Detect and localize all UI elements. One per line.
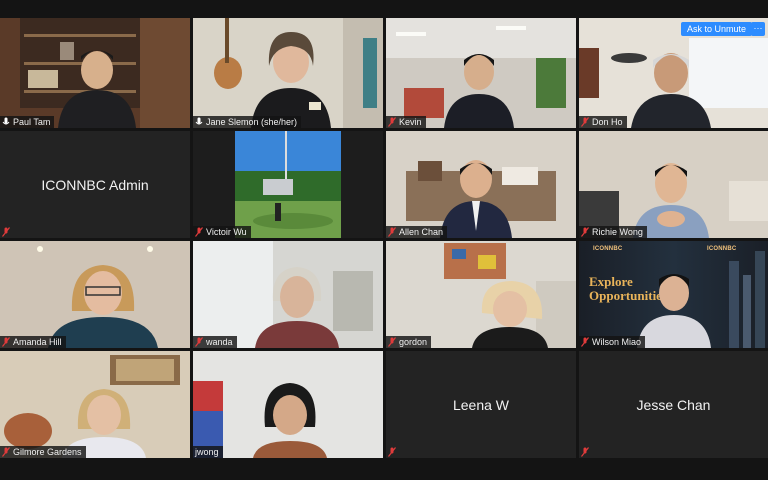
virtual-background-banner: ICONNBC ICONNBC Explore Opportunities <box>579 241 768 348</box>
participant-name: Victoir Wu <box>206 227 247 237</box>
amanda-hill-video <box>0 241 190 348</box>
microphone-icon <box>2 117 10 125</box>
video-tile-kevin[interactable]: Kevin <box>386 18 576 128</box>
participant-display-name: Leena W <box>452 396 510 413</box>
video-tile-amanda-hill[interactable]: Amanda Hill <box>0 241 190 348</box>
muted-microphone-icon <box>2 447 10 457</box>
participant-name: Jane Slemon (she/her) <box>206 117 298 127</box>
kevin-video <box>386 18 576 128</box>
video-tile-jane-slemon[interactable]: Jane Slemon (she/her) <box>193 18 383 128</box>
wanda-video <box>193 241 383 348</box>
participant-name: Amanda Hill <box>13 337 62 347</box>
name-tag: Don Ho <box>579 116 627 128</box>
video-tile-jwong[interactable]: jwong <box>193 351 383 458</box>
gilmore-gardens-video <box>0 351 190 458</box>
muted-microphone-icon <box>195 337 203 347</box>
video-tile-victoir-wu[interactable]: Victoir Wu <box>193 131 383 238</box>
video-tile-richie-wong[interactable]: Richie Wong <box>579 131 768 238</box>
muted-microphone-icon <box>195 227 203 237</box>
name-tag: Amanda Hill <box>0 336 66 348</box>
jwong-video <box>193 351 383 458</box>
muted-microphone-icon <box>388 117 396 127</box>
more-options-button[interactable]: ··· <box>751 22 765 36</box>
video-tile-jesse-chan[interactable]: Jesse Chan <box>579 351 768 458</box>
name-tag: Paul Tam <box>0 116 55 128</box>
name-tag: Victoir Wu <box>193 226 251 238</box>
gordon-video <box>386 241 576 348</box>
participant-name: Richie Wong <box>592 227 643 237</box>
victoir-wu-video <box>193 131 383 238</box>
participant-name: Gilmore Gardens <box>13 447 82 457</box>
participant-name: Don Ho <box>592 117 623 127</box>
name-tag: Richie Wong <box>579 226 647 238</box>
wilson-miao-video <box>637 251 765 348</box>
name-tag: jwong <box>193 446 223 458</box>
muted-microphone-icon <box>581 117 589 127</box>
participant-name: Wilson Miao <box>592 337 642 347</box>
participant-name: Allen Chan <box>399 227 444 237</box>
participant-name: wanda <box>206 337 233 347</box>
video-tile-gordon[interactable]: gordon <box>386 241 576 348</box>
muted-microphone-icon <box>2 227 10 237</box>
muted-microphone-icon <box>2 337 10 347</box>
muted-microphone-icon <box>581 227 589 237</box>
video-tile-iconnbc-admin[interactable]: ICONNBC Admin <box>0 131 190 238</box>
jane-slemon-video <box>193 18 383 128</box>
participant-display-name: Jesse Chan <box>636 396 711 413</box>
participant-display-name: ICONNBC Admin <box>41 176 149 193</box>
ask-to-unmute-button[interactable]: Ask to Unmute <box>681 22 753 36</box>
name-tag: Wilson Miao <box>579 336 646 348</box>
muted-microphone-icon <box>581 447 589 457</box>
name-tag: gordon <box>386 336 432 348</box>
name-tag: Jane Slemon (she/her) <box>193 116 302 128</box>
video-tile-gilmore-gardens[interactable]: Gilmore Gardens <box>0 351 190 458</box>
name-tag: Allen Chan <box>386 226 448 238</box>
muted-microphone-icon <box>388 227 396 237</box>
video-tile-wilson-miao[interactable]: ICONNBC ICONNBC Explore Opportunities Wi… <box>579 241 768 348</box>
name-tag: Kevin <box>386 116 426 128</box>
video-tile-allen-chan[interactable]: Allen Chan <box>386 131 576 238</box>
video-tile-wanda[interactable]: wanda <box>193 241 383 348</box>
video-tile-leena-w[interactable]: Leena W <box>386 351 576 458</box>
paul-tam-video <box>0 18 190 128</box>
microphone-icon <box>195 117 203 125</box>
gallery-grid: Paul Tam Jane Slemon (she/her) Kevin Don… <box>0 18 768 458</box>
richie-wong-video <box>579 131 768 238</box>
participant-name: gordon <box>399 337 428 347</box>
muted-microphone-icon <box>581 337 589 347</box>
name-tag: Gilmore Gardens <box>0 446 86 458</box>
name-tag: wanda <box>193 336 237 348</box>
participant-name: jwong <box>195 447 219 457</box>
participant-name: Kevin <box>399 117 422 127</box>
allen-chan-video <box>386 131 576 238</box>
muted-microphone-icon <box>388 337 396 347</box>
muted-microphone-icon <box>388 447 396 457</box>
video-tile-paul-tam[interactable]: Paul Tam <box>0 18 190 128</box>
participant-name: Paul Tam <box>13 117 51 127</box>
